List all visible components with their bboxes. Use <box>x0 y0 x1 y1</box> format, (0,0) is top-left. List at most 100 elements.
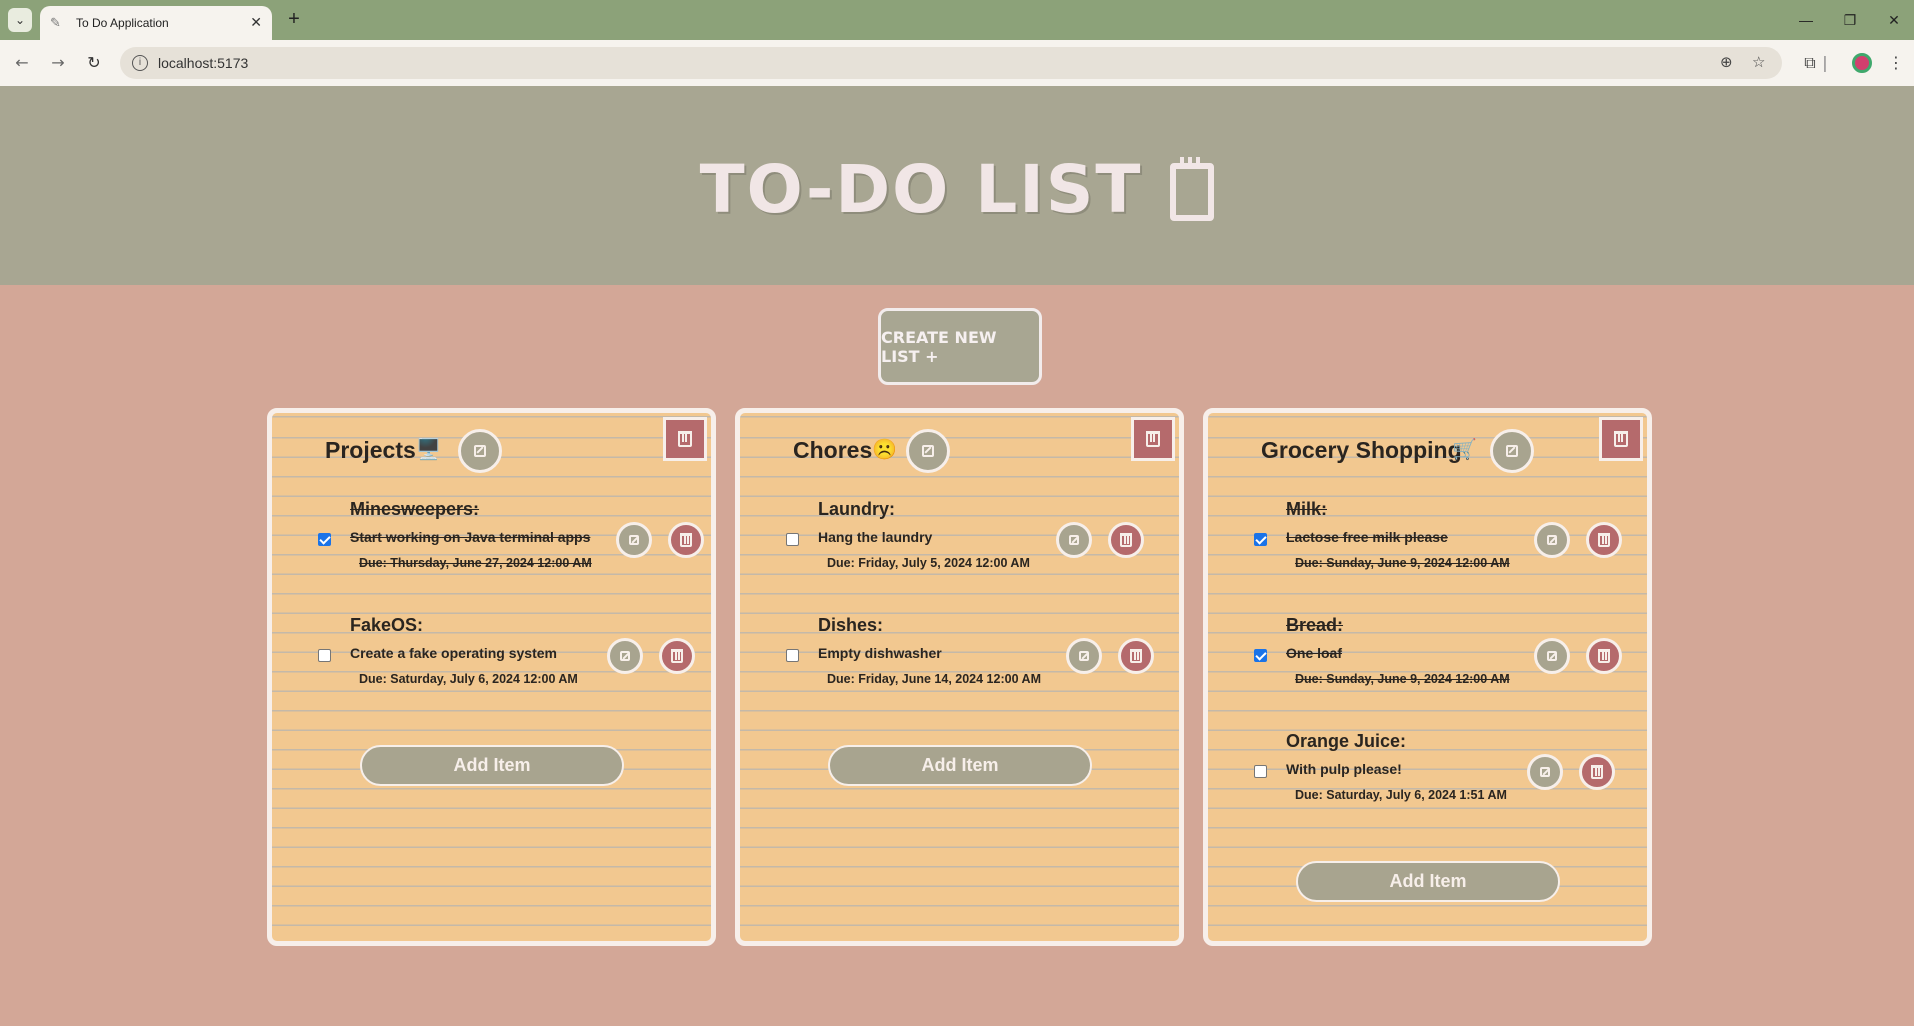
edit-list-button[interactable] <box>1490 429 1534 473</box>
notepad-icon <box>1170 156 1215 221</box>
item-checkbox[interactable] <box>1254 649 1267 662</box>
edit-icon <box>620 651 630 661</box>
item-name: Milk: <box>1286 499 1328 519</box>
item-description: Lactose free milk please <box>1286 529 1448 545</box>
address-url[interactable]: localhost:5173 <box>158 55 248 71</box>
trash-icon <box>678 431 692 447</box>
trash-icon <box>1591 765 1603 779</box>
delete-list-button[interactable] <box>663 417 707 461</box>
edit-list-button[interactable] <box>458 429 502 473</box>
delete-item-button[interactable] <box>1586 638 1622 674</box>
bookmark-star-icon[interactable]: ☆ <box>1752 53 1765 71</box>
edit-item-button[interactable] <box>1534 638 1570 674</box>
edit-item-button[interactable] <box>1534 522 1570 558</box>
trash-icon <box>671 649 683 663</box>
pencil-favicon-icon: ✎ <box>50 15 61 31</box>
edit-icon <box>1547 535 1557 545</box>
item-description: One loaf <box>1286 645 1343 661</box>
delete-list-button[interactable] <box>1599 417 1643 461</box>
zoom-icon[interactable]: ⊕ <box>1720 53 1733 71</box>
item-name: FakeOS: <box>350 615 424 635</box>
browser-toolbar: ← → ↻ i localhost:5173 ⊕ ☆ ⧉ | ⋮ <box>0 40 1914 86</box>
delete-item-button[interactable] <box>1108 522 1144 558</box>
forward-arrow-icon[interactable]: → <box>46 51 70 75</box>
trash-icon <box>1130 649 1142 663</box>
edit-icon <box>1547 651 1557 661</box>
item-due-date: Due: Saturday, July 6, 2024 1:51 AM <box>1295 788 1507 802</box>
item-name: Laundry: <box>818 499 896 519</box>
edit-icon <box>922 445 934 457</box>
trash-icon <box>1146 431 1160 447</box>
edit-icon <box>1079 651 1089 661</box>
list-title: Grocery Shopping <box>1261 437 1462 463</box>
edit-list-button[interactable] <box>906 429 950 473</box>
toolbar-divider: | <box>1822 53 1828 72</box>
item-description: Hang the laundry <box>818 529 933 545</box>
address-bar[interactable]: i localhost:5173 ⊕ ☆ <box>120 47 1782 79</box>
edit-icon <box>474 445 486 457</box>
reload-icon[interactable]: ↻ <box>82 51 106 75</box>
trash-icon <box>680 533 692 547</box>
add-item-button[interactable]: Add Item <box>1296 861 1560 902</box>
item-due-date: Due: Saturday, July 6, 2024 12:00 AM <box>359 672 578 686</box>
add-item-button[interactable]: Add Item <box>360 745 624 786</box>
edit-icon <box>1069 535 1079 545</box>
item-checkbox[interactable] <box>786 533 799 546</box>
item-name: Minesweepers: <box>350 499 480 519</box>
item-checkbox[interactable] <box>1254 533 1267 546</box>
edit-item-button[interactable] <box>616 522 652 558</box>
delete-list-button[interactable] <box>1131 417 1175 461</box>
tab-list-chevron-icon[interactable]: ⌄ <box>8 8 32 32</box>
window-close-icon[interactable]: ✕ <box>1882 8 1906 32</box>
delete-item-button[interactable] <box>1586 522 1622 558</box>
page-title: TO-DO LIST <box>699 151 1143 228</box>
item-checkbox[interactable] <box>318 649 331 662</box>
list-title: Projects <box>325 437 416 463</box>
browser-tab-bar: ⌄ ✎ To Do Application ✕ + — ❐ ✕ <box>0 0 1914 40</box>
delete-item-button[interactable] <box>659 638 695 674</box>
extensions-icon[interactable]: ⧉ <box>1798 51 1822 75</box>
item-due-date: Due: Thursday, June 27, 2024 12:00 AM <box>359 556 592 570</box>
item-due-date: Due: Sunday, June 9, 2024 12:00 AM <box>1295 672 1510 686</box>
create-new-list-button[interactable]: CREATE NEW LIST + <box>878 308 1042 385</box>
list-title: Chores <box>793 437 873 463</box>
edit-icon <box>629 535 639 545</box>
computer-emoji-icon: 🖥️ <box>416 437 441 461</box>
app-header: TO-DO LIST <box>0 86 1914 285</box>
list-card-chores: Chores ☹️ Laundry: Hang the laundry Due:… <box>735 408 1184 946</box>
edit-item-button[interactable] <box>1066 638 1102 674</box>
item-checkbox[interactable] <box>318 533 331 546</box>
list-card-grocery-shopping: Grocery Shopping 🛒 Milk: Lactose free mi… <box>1203 408 1652 946</box>
back-arrow-icon[interactable]: ← <box>10 51 34 75</box>
item-due-date: Due: Friday, June 14, 2024 12:00 AM <box>827 672 1041 686</box>
edit-item-button[interactable] <box>1527 754 1563 790</box>
item-checkbox[interactable] <box>1254 765 1267 778</box>
restore-icon[interactable]: ❐ <box>1838 8 1862 32</box>
tab-close-icon[interactable]: ✕ <box>250 15 262 31</box>
site-info-icon[interactable]: i <box>132 55 148 71</box>
item-checkbox[interactable] <box>786 649 799 662</box>
trash-icon <box>1614 431 1628 447</box>
menu-kebab-icon[interactable]: ⋮ <box>1884 51 1908 75</box>
item-name: Dishes: <box>818 615 884 635</box>
item-name: Bread: <box>1286 615 1344 635</box>
item-due-date: Due: Friday, July 5, 2024 12:00 AM <box>827 556 1030 570</box>
edit-item-button[interactable] <box>1056 522 1092 558</box>
browser-tab[interactable]: ✎ To Do Application ✕ <box>40 6 272 40</box>
edit-icon <box>1540 767 1550 777</box>
item-description: Create a fake operating system <box>350 645 557 661</box>
list-card-projects: Projects 🖥️ Minesweepers: Start working … <box>267 408 716 946</box>
new-tab-button[interactable]: + <box>282 8 306 32</box>
shopping-cart-emoji-icon: 🛒 <box>1452 437 1477 461</box>
trash-icon <box>1598 533 1610 547</box>
profile-avatar[interactable] <box>1852 53 1872 73</box>
delete-item-button[interactable] <box>1118 638 1154 674</box>
delete-item-button[interactable] <box>1579 754 1615 790</box>
edit-item-button[interactable] <box>607 638 643 674</box>
minimize-icon[interactable]: — <box>1794 8 1818 32</box>
trash-icon <box>1598 649 1610 663</box>
add-item-button[interactable]: Add Item <box>828 745 1092 786</box>
item-description: Start working on Java terminal apps <box>350 529 591 545</box>
delete-item-button[interactable] <box>668 522 704 558</box>
edit-icon <box>1506 445 1518 457</box>
